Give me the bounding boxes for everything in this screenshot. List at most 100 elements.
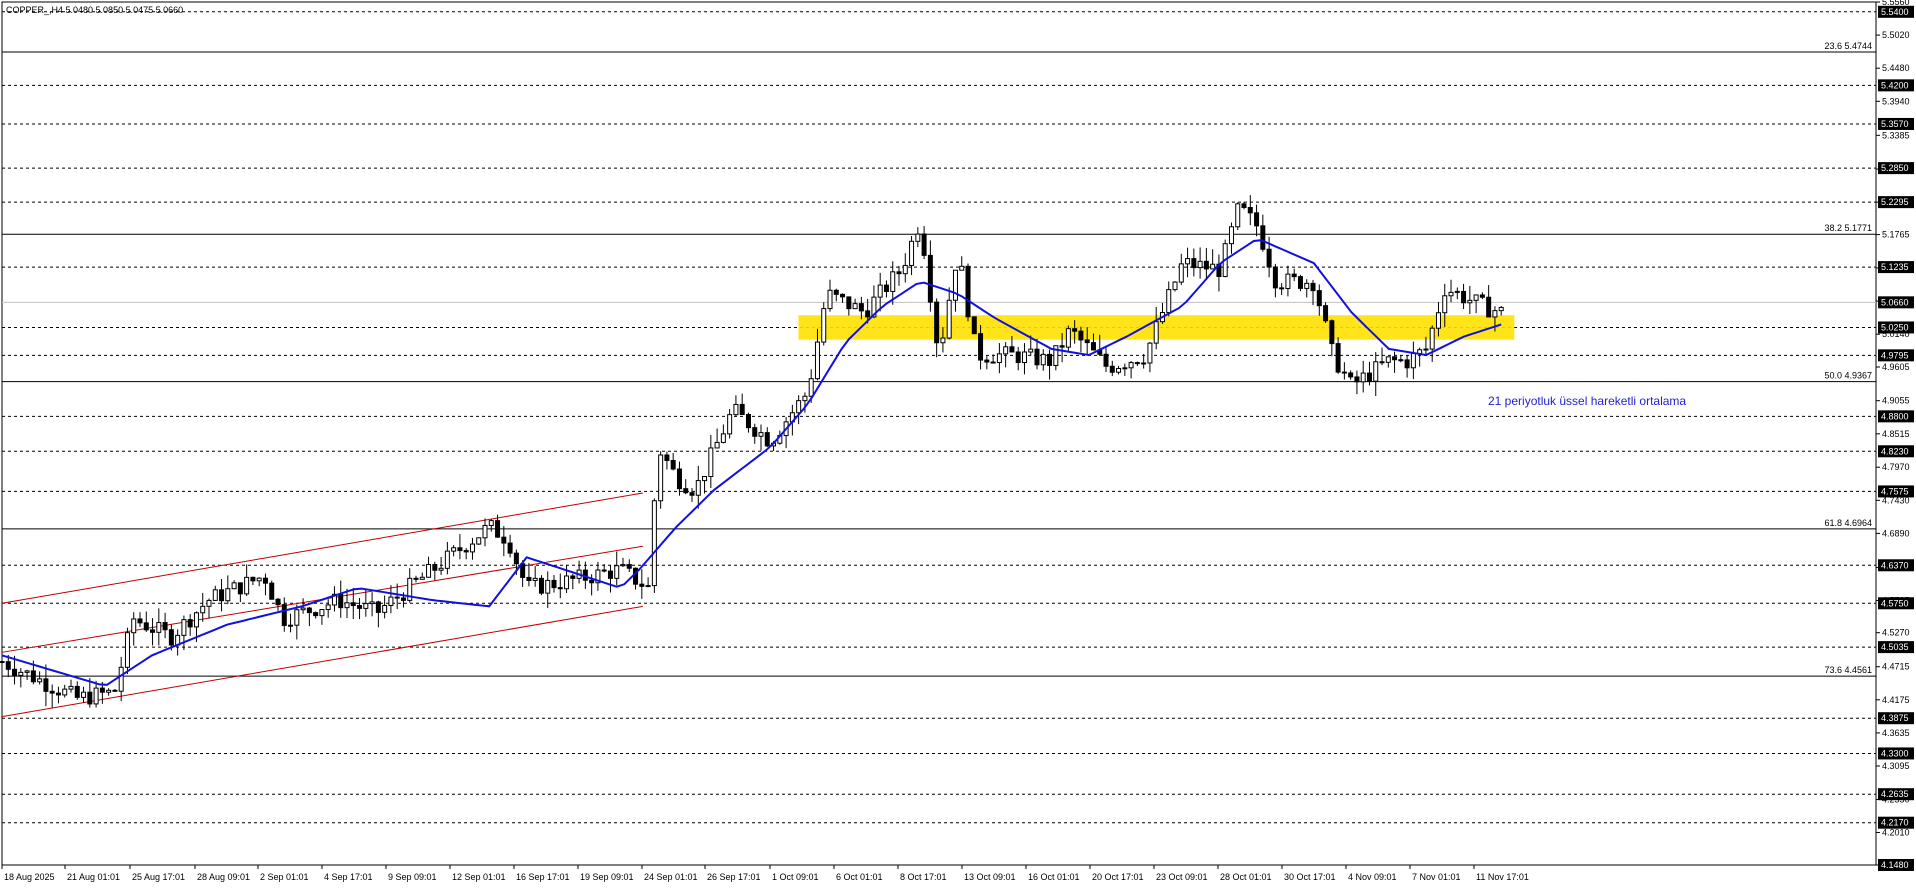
candle-body (902, 264, 908, 275)
candle-body (858, 303, 864, 312)
candle-body (131, 618, 137, 634)
level-label: 5.5400 (1881, 7, 1909, 17)
y-tick-label: 4.8515 (1882, 429, 1910, 439)
candle-body (658, 454, 664, 502)
candle-body (802, 395, 808, 402)
y-tick-label: 4.7970 (1882, 462, 1910, 472)
candle-body (840, 293, 846, 298)
candle-body (1398, 359, 1404, 362)
candle-body (689, 492, 695, 496)
candle-body (432, 564, 438, 571)
x-tick-label: 30 Oct 17:01 (1284, 872, 1336, 882)
x-tick-label: 23 Oct 09:01 (1156, 872, 1208, 882)
level-label: 4.2635 (1881, 789, 1909, 799)
candle-body (1116, 367, 1122, 373)
candle-body (87, 691, 93, 705)
level-label: 4.9795 (1881, 350, 1909, 360)
candle-body (306, 607, 312, 614)
candle-body (1047, 353, 1053, 366)
candle-body (156, 622, 162, 633)
x-tick-label: 28 Aug 09:01 (197, 872, 250, 882)
candle-body (676, 468, 682, 490)
x-tick-label: 4 Sep 17:01 (324, 872, 373, 882)
current-price-label: 5.0660 (1881, 297, 1909, 307)
candle-body (200, 605, 206, 614)
candle-body (1272, 266, 1278, 289)
candle-body (1210, 263, 1216, 270)
candle-body (495, 520, 501, 538)
candle-body (388, 596, 394, 606)
candle-body (62, 688, 68, 696)
candle-body (5, 661, 11, 670)
candle-body (1473, 294, 1479, 301)
fib-label: 50.0 4.9367 (1824, 371, 1872, 381)
candle-body (1404, 359, 1410, 369)
candle-body (93, 687, 99, 705)
x-tick-label: 4 Nov 09:01 (1348, 872, 1397, 882)
y-tick-label: 5.1765 (1882, 230, 1910, 240)
candle-body (168, 629, 174, 646)
candle-body (814, 341, 820, 380)
candle-body (1172, 281, 1178, 291)
y-tick-label: 5.3385 (1882, 130, 1910, 140)
candle-body (193, 612, 199, 628)
candle-body (269, 582, 275, 600)
candle-body (68, 685, 74, 690)
candle-body (651, 500, 657, 587)
candle-body (319, 609, 325, 617)
candle-body (457, 547, 463, 552)
candle-body (739, 403, 745, 415)
candle-body (758, 432, 764, 437)
candle-body (1197, 260, 1203, 269)
y-tick-label: 4.4715 (1882, 662, 1910, 672)
candle-body (43, 678, 49, 692)
candle-body (49, 690, 55, 694)
candle-body (1323, 305, 1329, 322)
x-tick-label: 12 Sep 01:01 (452, 872, 506, 882)
y-tick-label: 4.9605 (1882, 362, 1910, 372)
candle-body (702, 476, 708, 482)
candle-body (1109, 365, 1115, 373)
candle-body (237, 582, 243, 595)
x-tick-label: 9 Sep 09:01 (388, 872, 437, 882)
candle-body (55, 692, 61, 696)
candle-body (852, 303, 858, 310)
candle-body (940, 337, 946, 344)
level-label: 5.0250 (1881, 322, 1909, 332)
candle-body (1429, 327, 1435, 350)
candle-body (124, 632, 130, 668)
y-tick-label: 4.3635 (1882, 728, 1910, 738)
level-label: 5.2295 (1881, 197, 1909, 207)
fib-label: 73.6 4.4561 (1824, 665, 1872, 675)
y-axis: 5.55605.50205.44805.39405.33855.28355.22… (1876, 0, 1914, 871)
candle-body (81, 691, 87, 698)
x-tick-label: 16 Oct 01:01 (1028, 872, 1080, 882)
candle-body (363, 603, 369, 609)
candle-body (808, 378, 814, 397)
candle-body (846, 296, 852, 310)
candle-body (118, 666, 124, 692)
candle-body (99, 687, 105, 693)
candle-body (488, 520, 494, 526)
x-tick-label: 11 Nov 17:01 (1476, 872, 1529, 882)
candle-body (325, 604, 331, 611)
candle-body (545, 579, 551, 594)
candle-body (601, 569, 607, 572)
x-tick-label: 20 Oct 17:01 (1092, 872, 1144, 882)
candle-body (714, 441, 720, 449)
candle-body (225, 588, 231, 602)
candle-body (890, 271, 896, 292)
candle-body (1153, 321, 1159, 344)
candle-body (357, 605, 363, 609)
candle-body (1191, 258, 1197, 269)
fib-label: 23.6 5.4744 (1824, 41, 1872, 51)
candle-body (1003, 346, 1009, 355)
candle-body (1435, 312, 1441, 329)
candle-body (137, 618, 143, 624)
candle-body (557, 587, 563, 590)
candle-body (570, 575, 576, 579)
candle-body (288, 624, 294, 627)
x-tick-label: 21 Aug 01:01 (67, 872, 120, 882)
candle-body (382, 604, 388, 613)
candle-body (394, 596, 400, 599)
